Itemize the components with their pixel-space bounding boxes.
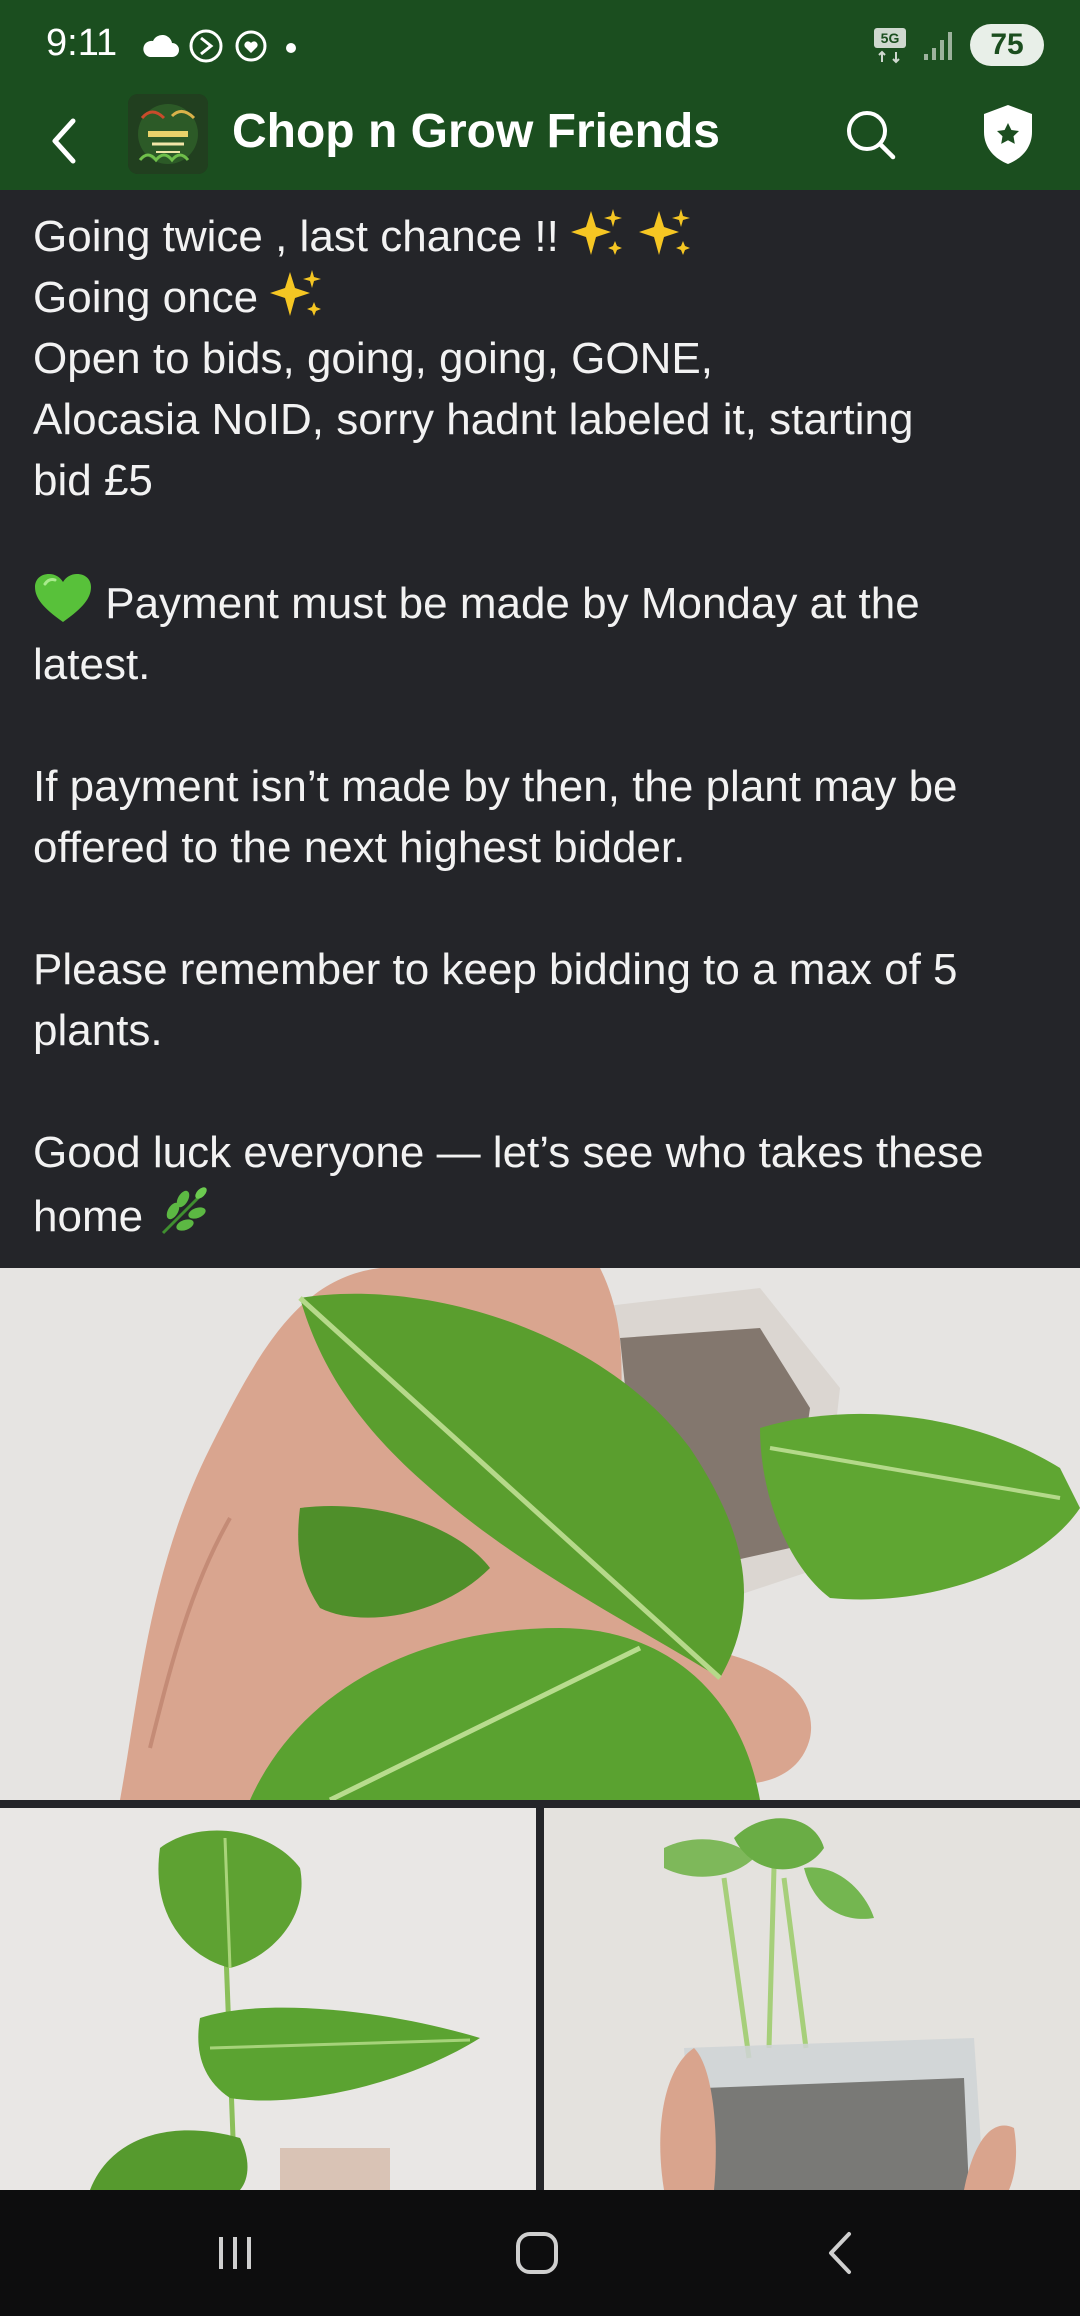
nav-back-button[interactable] [796, 2218, 886, 2288]
network-5g-icon: 5G [874, 28, 906, 64]
post-body: Going twice , last chance !! Going once … [33, 206, 1053, 1247]
sparkles-icon [270, 270, 322, 316]
post-line: home [33, 1183, 1053, 1247]
post-photo-3[interactable] [544, 1808, 1080, 2190]
post-line: If payment isn’t made by then, the plant… [33, 762, 958, 811]
status-time: 9:11 [46, 22, 118, 64]
post-line-text: home [33, 1192, 144, 1241]
green-heart-icon [35, 574, 91, 622]
home-button[interactable] [492, 2218, 582, 2288]
post-line: Alocasia NoID, sorry hadnt labeled it, s… [33, 395, 914, 444]
photo-divider [0, 1800, 1080, 1808]
herb-icon [162, 1187, 208, 1235]
dot-icon [286, 43, 296, 53]
recents-icon [219, 2237, 251, 2269]
post-line: Payment must be made by Monday at the [33, 572, 1053, 634]
post-photo-2[interactable] [0, 1808, 536, 2190]
post-line: offered to the next highest bidder. [33, 823, 686, 872]
group-title[interactable]: Chop n Grow Friends [232, 104, 720, 159]
cloud-icon [143, 34, 179, 57]
heart-circle-icon [235, 30, 267, 62]
status-right: 5G 75 [872, 24, 1044, 66]
group-logo [128, 94, 208, 174]
post-line: Good luck everyone — let’s see who takes… [33, 1128, 984, 1177]
svg-text:5G: 5G [881, 30, 900, 46]
post-line-text: Going once [33, 273, 259, 322]
plant-photo [0, 1268, 1080, 1800]
group-avatar[interactable] [128, 94, 208, 174]
status-notification-icons [140, 26, 306, 66]
plant-photo [0, 1808, 536, 2190]
battery-indicator: 75 [970, 24, 1044, 66]
post-line-text: Payment must be made by Monday at the [105, 579, 920, 628]
plant-photo [544, 1808, 1080, 2190]
sparkles-icon [639, 209, 691, 255]
status-bar: 9:11 5G 75 [0, 0, 1080, 92]
back-button[interactable] [34, 102, 96, 180]
post-line: Please remember to keep bidding to a max… [33, 945, 958, 994]
post-line: plants. [33, 1006, 163, 1055]
back-icon [52, 118, 76, 164]
sync-icon [189, 29, 223, 63]
search-icon [847, 111, 896, 160]
post-line: latest. [33, 640, 151, 689]
signal-icon [924, 32, 952, 60]
post-line: Open to bids, going, going, GONE, [33, 334, 713, 383]
post-line: bid £5 [33, 456, 153, 505]
sparkles-icon [571, 209, 623, 255]
post-photo-main[interactable] [0, 1268, 1080, 1800]
shield-icon [984, 105, 1032, 164]
post-line: Going twice , last chance !! [33, 206, 1053, 267]
post-line: Going once [33, 267, 1053, 328]
back-icon [829, 2232, 851, 2274]
home-icon [516, 2232, 558, 2274]
admin-shield-button[interactable] [972, 98, 1044, 170]
search-button[interactable] [836, 100, 904, 168]
recents-button[interactable] [190, 2218, 280, 2288]
system-nav-bar [0, 2190, 1080, 2316]
post-line-text: Going twice , last chance !! [33, 212, 559, 261]
